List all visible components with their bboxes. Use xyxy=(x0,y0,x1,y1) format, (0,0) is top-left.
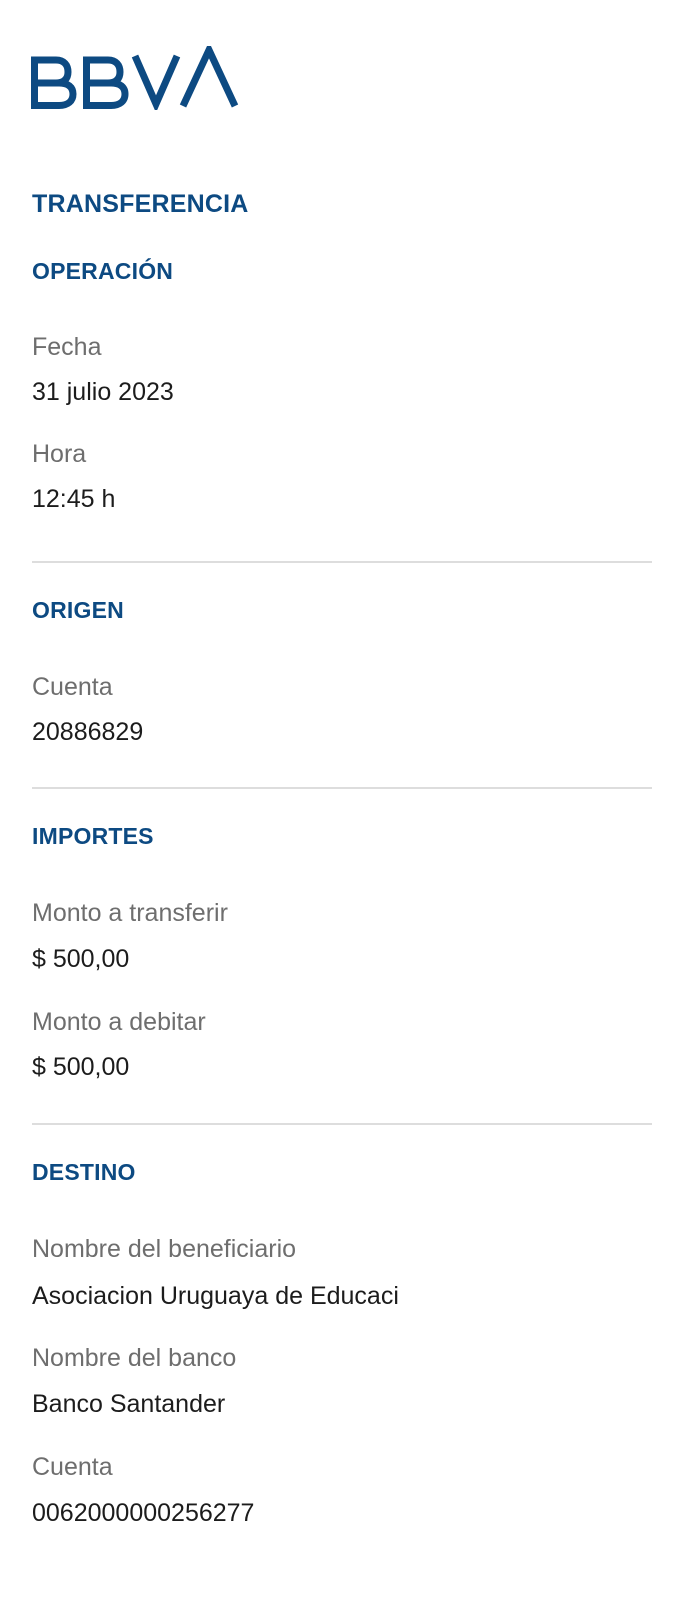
hora-value: 12:45 h xyxy=(32,485,116,513)
section-heading-operacion: OPERACIÓN xyxy=(32,258,174,284)
hora-label: Hora xyxy=(32,440,87,468)
monto-debitar-label: Monto a debitar xyxy=(32,1008,206,1036)
section-heading-origen: ORIGEN xyxy=(32,597,124,623)
fecha-value: 31 julio 2023 xyxy=(32,378,174,406)
origen-cuenta-value: 20886829 xyxy=(32,718,144,746)
beneficiario-label: Nombre del beneficiario xyxy=(32,1235,297,1263)
monto-transferir-value: $ 500,00 xyxy=(32,945,130,973)
bbva-logo-mark xyxy=(31,46,239,110)
monto-transferir-label: Monto a transferir xyxy=(32,899,228,927)
banco-label: Nombre del banco xyxy=(32,1344,237,1372)
monto-debitar-value: $ 500,00 xyxy=(32,1053,130,1081)
transfer-receipt: TRANSFERENCIA OPERACIÓN Fecha 31 julio 2… xyxy=(0,0,683,1600)
destino-cuenta-value: 0062000000256277 xyxy=(32,1499,255,1527)
divider xyxy=(32,1123,652,1125)
beneficiario-value: Asociacion Uruguaya de Educaci xyxy=(32,1282,399,1310)
origen-cuenta-label: Cuenta xyxy=(32,673,113,701)
bbva-logo xyxy=(31,46,241,110)
fecha-label: Fecha xyxy=(32,333,102,361)
banco-value: Banco Santander xyxy=(32,1390,226,1418)
section-heading-destino: DESTINO xyxy=(32,1159,136,1185)
page-title: TRANSFERENCIA xyxy=(32,190,249,218)
divider xyxy=(32,561,652,563)
destino-cuenta-label: Cuenta xyxy=(32,1453,113,1481)
divider xyxy=(32,787,652,789)
section-heading-importes: IMPORTES xyxy=(32,823,154,849)
